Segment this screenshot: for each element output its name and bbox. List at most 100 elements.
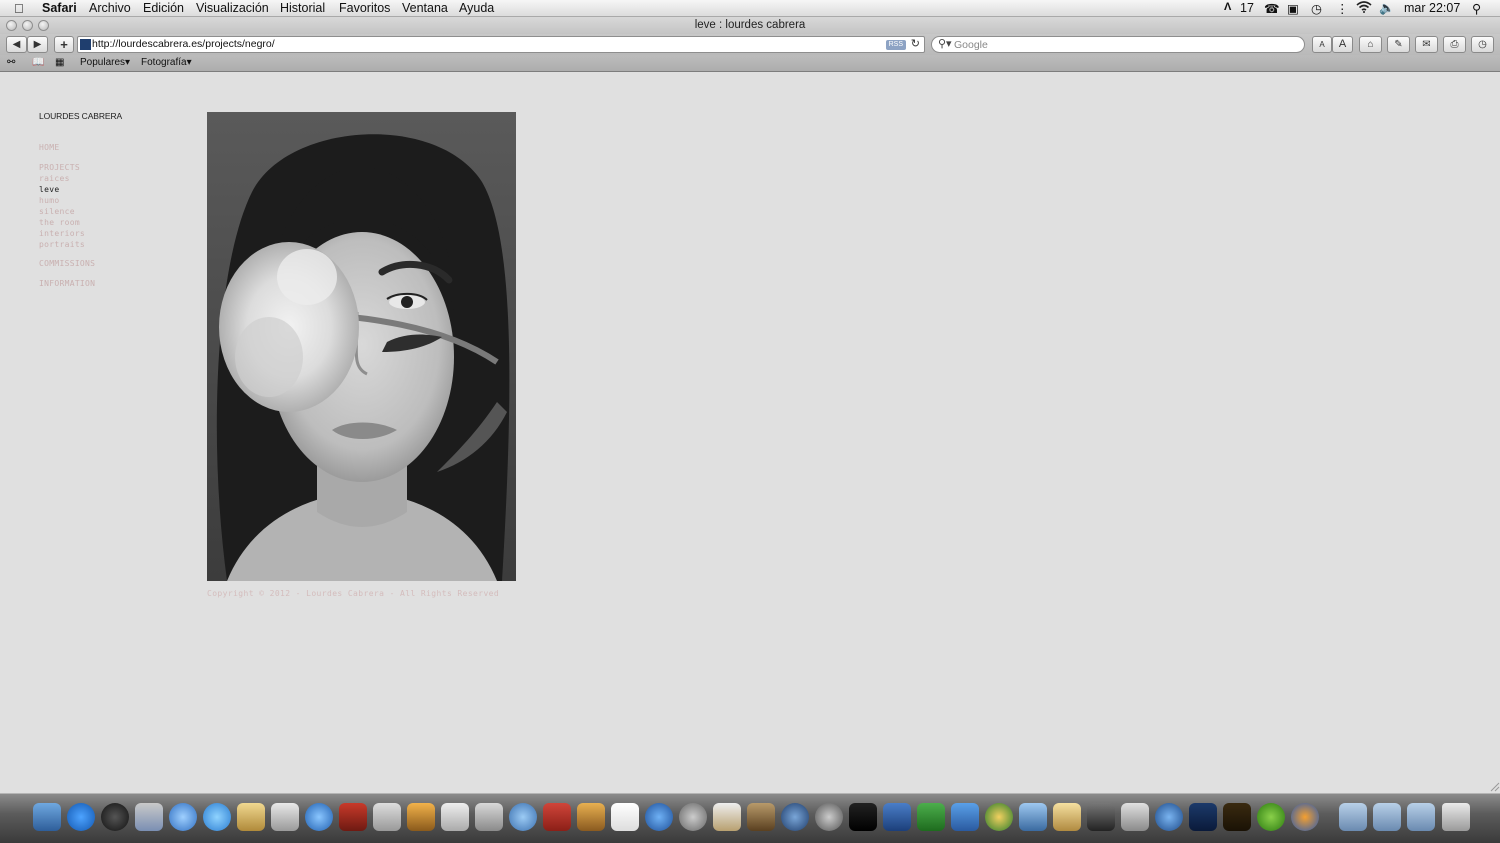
trash-icon[interactable] <box>1442 803 1470 831</box>
bluetooth-icon[interactable]: ⋮ <box>1336 1 1349 16</box>
search-bar[interactable]: ⚲▾ Google <box>931 36 1305 53</box>
quicktime-icon[interactable] <box>645 803 673 831</box>
menu-favoritos[interactable]: Favoritos <box>339 1 390 15</box>
photo-slideshow-icon[interactable] <box>713 803 741 831</box>
home-app-icon[interactable] <box>1155 803 1183 831</box>
grid-icon[interactable]: ▦ <box>55 57 64 68</box>
address-book-icon[interactable] <box>237 803 265 831</box>
print-button[interactable]: ⎙ <box>1443 36 1466 53</box>
blackberry-icon[interactable] <box>849 803 877 831</box>
site-title[interactable]: LOURDES CABRERA <box>39 111 122 121</box>
preview-icon[interactable] <box>407 803 435 831</box>
ical-icon[interactable] <box>611 803 639 831</box>
display-icon[interactable]: ▣ <box>1287 1 1299 16</box>
browser-toolbar: ◀ ▶ + http://lourdescabrera.es/projects/… <box>0 34 1500 55</box>
volume-icon[interactable]: 🔈 <box>1379 1 1395 16</box>
edit-button[interactable]: ✎ <box>1387 36 1410 53</box>
time-machine-dock-icon[interactable] <box>781 803 809 831</box>
menu-ventana[interactable]: Ventana <box>402 1 448 15</box>
applications-folder-icon[interactable] <box>1339 803 1367 831</box>
mail-button[interactable]: ✉ <box>1415 36 1438 53</box>
iphoto-icon[interactable] <box>271 803 299 831</box>
resize-grip-icon[interactable] <box>1488 780 1500 792</box>
system-preferences-icon[interactable] <box>815 803 843 831</box>
printer-icon: ⎙ <box>1450 39 1459 50</box>
mail-app-icon[interactable] <box>135 803 163 831</box>
adobe-icon[interactable]: Λ <box>1224 1 1231 13</box>
word-icon[interactable] <box>883 803 911 831</box>
reading-glasses-icon[interactable]: ⚯ <box>7 57 15 68</box>
messenger-icon[interactable] <box>951 803 979 831</box>
spotlight-search-icon[interactable]: ⚲ <box>1472 1 1481 16</box>
wifi-icon[interactable] <box>1356 1 1372 16</box>
nav-project-raices[interactable]: raices <box>39 174 70 183</box>
menu-archivo[interactable]: Archivo <box>89 1 131 15</box>
spotify-icon[interactable] <box>1257 803 1285 831</box>
back-button[interactable]: ◀ <box>6 36 27 53</box>
home-button[interactable]: ⌂ <box>1359 36 1382 53</box>
dvd-player-icon[interactable] <box>441 803 469 831</box>
reload-icon[interactable]: ↻ <box>911 37 920 50</box>
nav-project-interiors[interactable]: interiors <box>39 229 85 238</box>
forward-button[interactable]: ▶ <box>27 36 48 53</box>
app-store-icon[interactable] <box>67 803 95 831</box>
network-icon[interactable] <box>985 803 1013 831</box>
nav-projects[interactable]: PROJECTS <box>39 163 80 172</box>
menu-visualizacion[interactable]: Visualización <box>196 1 269 15</box>
pencil-icon: ✎ <box>1394 39 1403 50</box>
bookmark-fotografia[interactable]: Fotografía▾ <box>141 57 192 68</box>
add-bookmark-button[interactable]: + <box>54 36 74 53</box>
sync-icon[interactable] <box>679 803 707 831</box>
itunes-icon[interactable] <box>305 803 333 831</box>
project-photo[interactable] <box>207 112 516 581</box>
bookmark-populares[interactable]: Populares▾ <box>80 57 130 68</box>
address-bar-url[interactable]: http://lourdescabrera.es/projects/negro/ <box>92 38 275 50</box>
firefox-icon[interactable] <box>1291 803 1319 831</box>
nav-project-the-room[interactable]: the room <box>39 218 80 227</box>
safari-icon[interactable] <box>169 803 197 831</box>
time-machine-icon[interactable]: ◷ <box>1311 1 1322 16</box>
history-button[interactable]: ◷ <box>1471 36 1494 53</box>
calculator-icon[interactable] <box>373 803 401 831</box>
photo-booth-icon[interactable] <box>339 803 367 831</box>
bridge-icon[interactable] <box>1223 803 1251 831</box>
menu-app-safari[interactable]: Safari <box>42 1 77 15</box>
nav-project-humo[interactable]: humo <box>39 196 59 205</box>
stickies-icon[interactable] <box>1053 803 1081 831</box>
documents-folder-icon[interactable] <box>1373 803 1401 831</box>
menu-edicion[interactable]: Edición <box>143 1 184 15</box>
ichat-icon[interactable] <box>203 803 231 831</box>
text-larger-button[interactable]: A <box>1332 36 1353 53</box>
menu-bar:  Safari Archivo Edición Visualización H… <box>0 0 1500 17</box>
nav-project-portraits[interactable]: portraits <box>39 240 85 249</box>
excel-icon[interactable] <box>917 803 945 831</box>
apple-menu-icon[interactable]:  <box>14 1 24 16</box>
address-bar[interactable]: http://lourdescabrera.es/projects/negro/… <box>77 36 925 53</box>
dashboard-icon[interactable] <box>101 803 129 831</box>
chess-icon[interactable] <box>747 803 775 831</box>
book-icon[interactable]: 📖 <box>32 57 44 68</box>
image-viewer-icon[interactable] <box>1121 803 1149 831</box>
imovie-icon[interactable] <box>509 803 537 831</box>
phone-icon[interactable]: ☎ <box>1264 1 1280 16</box>
nav-information[interactable]: INFORMATION <box>39 279 95 288</box>
window-title-bar[interactable]: leve : lourdes cabrera <box>0 17 1500 34</box>
menubar-clock[interactable]: mar 22:07 <box>1404 1 1460 15</box>
search-input[interactable]: Google <box>954 39 988 51</box>
menu-ayuda[interactable]: Ayuda <box>459 1 494 15</box>
image-capture-icon[interactable] <box>475 803 503 831</box>
coda-icon[interactable] <box>1019 803 1047 831</box>
garageband-icon[interactable] <box>577 803 605 831</box>
nav-project-leve[interactable]: leve <box>39 185 59 194</box>
menu-historial[interactable]: Historial <box>280 1 325 15</box>
finder-icon[interactable] <box>33 803 61 831</box>
text-smaller-button[interactable]: A <box>1312 36 1332 53</box>
camera-icon[interactable] <box>1087 803 1115 831</box>
nav-commissions[interactable]: COMMISSIONS <box>39 259 95 268</box>
downloads-folder-icon[interactable] <box>1407 803 1435 831</box>
dictionary-icon[interactable] <box>543 803 571 831</box>
rss-button[interactable]: RSS <box>885 40 906 50</box>
nav-home[interactable]: HOME <box>39 143 59 152</box>
nav-project-silence[interactable]: silence <box>39 207 75 216</box>
photoshop-icon[interactable] <box>1189 803 1217 831</box>
